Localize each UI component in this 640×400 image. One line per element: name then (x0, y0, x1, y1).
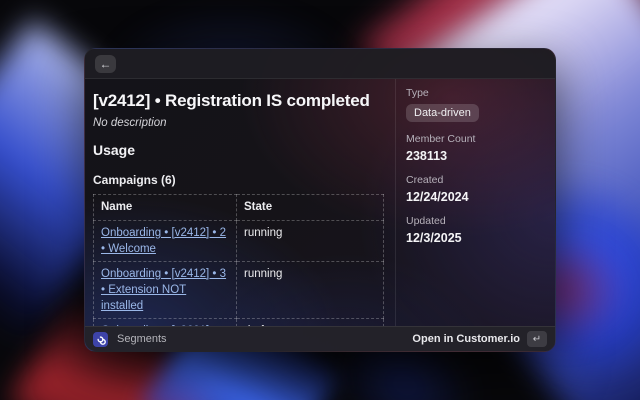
source-label: Segments (117, 333, 167, 345)
meta-label: Type (406, 87, 543, 99)
window-body: [v2412] • Registration IS completed No d… (85, 79, 555, 326)
footer-source: Segments (93, 332, 167, 347)
raycast-window: ← [v2412] • Registration IS completed No… (84, 48, 556, 352)
campaign-link[interactable]: Onboarding • [v2412] • 2 • Welcome (101, 227, 226, 255)
table-row: Onboarding • [v2601] • 1.2 • Extension N… (94, 319, 384, 327)
segment-description: No description (93, 117, 387, 129)
metadata-panel: Type Data-driven Member Count 238113 Cre… (396, 79, 555, 326)
campaign-state: running (237, 221, 384, 262)
window-header: ← (85, 49, 555, 79)
segment-title: [v2412] • Registration IS completed (93, 91, 387, 111)
meta-label: Created (406, 174, 543, 186)
window-footer: Segments Open in Customer.io ↵ (85, 326, 555, 351)
column-header-state: State (237, 195, 384, 221)
table-row: Onboarding • [v2412] • 3 • Extension NOT… (94, 262, 384, 319)
back-arrow-icon: ← (100, 58, 112, 70)
action-label: Open in Customer.io (412, 333, 520, 345)
meta-value: 12/3/2025 (406, 231, 543, 245)
campaigns-heading: Campaigns (6) (93, 173, 387, 187)
column-header-name: Name (94, 195, 237, 221)
open-in-customerio-action[interactable]: Open in Customer.io ↵ (412, 331, 547, 347)
usage-heading: Usage (93, 142, 387, 158)
campaigns-table: Name State Onboarding • [v2412] • 2 • We… (93, 194, 384, 326)
table-row: Onboarding • [v2412] • 2 • Welcome runni… (94, 221, 384, 262)
campaign-state: draft (237, 319, 384, 327)
meta-value: 12/24/2024 (406, 190, 543, 204)
meta-label: Updated (406, 215, 543, 227)
customerio-logo-icon (93, 332, 108, 347)
meta-label: Member Count (406, 133, 543, 145)
campaign-state: running (237, 262, 384, 319)
meta-field-type: Type Data-driven (406, 87, 543, 122)
meta-field-created: Created 12/24/2024 (406, 174, 543, 204)
enter-key-badge: ↵ (527, 331, 547, 347)
detail-content: [v2412] • Registration IS completed No d… (85, 79, 395, 326)
meta-value: 238113 (406, 149, 543, 163)
table-header-row: Name State (94, 195, 384, 221)
meta-field-updated: Updated 12/3/2025 (406, 215, 543, 245)
campaign-link[interactable]: Onboarding • [v2412] • 3 • Extension NOT… (101, 268, 226, 312)
meta-field-member-count: Member Count 238113 (406, 133, 543, 163)
type-badge: Data-driven (406, 104, 479, 122)
back-button[interactable]: ← (95, 55, 116, 73)
